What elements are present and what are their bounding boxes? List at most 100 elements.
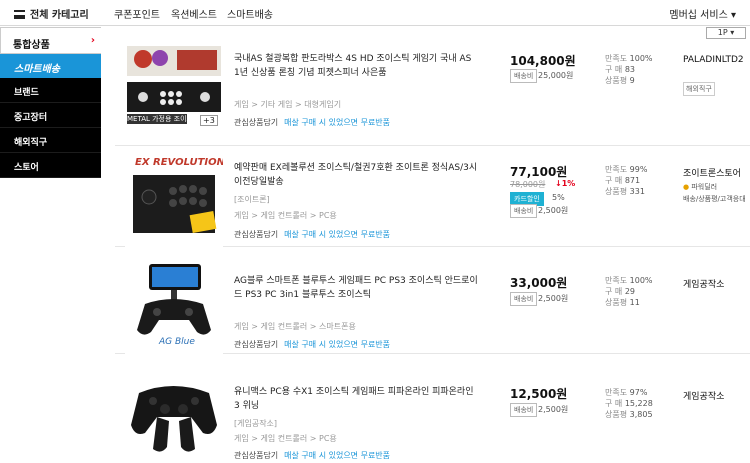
category-breadcrumb[interactable]: 게임 > 게임 컨트롤러 > PC용 xyxy=(234,433,337,444)
offer-link[interactable]: 매살 구매 시 있었으면 무료반품 xyxy=(284,451,390,460)
category-breadcrumb[interactable]: 게임 > 게임 컨트롤러 > 스마트폰용 xyxy=(234,321,356,332)
satisfaction: 100% xyxy=(629,276,653,285)
product-title[interactable]: 유니맥스 PC용 수X1 조이스틱 게임패드 피파온라인 피파온라인3 위닝 xyxy=(234,385,479,413)
stat-label: 만족도 xyxy=(605,165,628,174)
sidebar-item-used[interactable]: 중고장터 xyxy=(0,103,101,128)
product-price: 77,100원 xyxy=(510,165,568,179)
product-actions: 관심상품담기 매살 구매 시 있었으면 무료반품 xyxy=(234,229,390,240)
original-price: 78,000원 xyxy=(510,180,546,189)
product-price: 33,000원 xyxy=(510,276,568,290)
category-breadcrumb[interactable]: 게임 > 기타 게임 > 대형게임기 xyxy=(234,99,341,110)
stat-label: 구 매 xyxy=(605,399,623,408)
stat-label: 상품평 xyxy=(605,410,628,419)
stat-label: 구 매 xyxy=(605,65,623,74)
product-row: 유니맥스 PC용 수X1 조이스틱 게임패드 피파온라인 피파온라인3 위닝 [… xyxy=(115,355,750,463)
product-thumbnail[interactable]: EX REVOLUTION xyxy=(125,151,226,251)
category-menu[interactable]: 전체 카테고리 xyxy=(14,6,89,21)
chevron-right-icon: › xyxy=(90,35,95,46)
seller-rating-note: 배송/상품평/고객응대 xyxy=(683,195,746,203)
shipping-fee: 2,500원 xyxy=(538,294,569,303)
product-actions: 관심상품담기 매살 구매 시 있었으면 무료반품 xyxy=(234,450,390,461)
product-title[interactable]: AG블루 스마트폰 블루투스 게임패드 PC PS3 조이스틱 안드로이드 PS… xyxy=(234,274,479,302)
medal-icon: ● xyxy=(683,183,690,191)
membership-menu[interactable]: 멤버십 서비스 ▾ xyxy=(669,6,736,21)
product-title[interactable]: 예약판매 EX레볼루션 조이스틱/철권7호환 조이트론 정식AS/3시이전당일발… xyxy=(234,161,479,189)
seller-tag: 해외직구 xyxy=(683,82,715,96)
sidebar-header[interactable]: 통합상품 › xyxy=(0,27,101,54)
product-actions: 관심상품담기 매살 구매 시 있었으면 무료반품 xyxy=(234,117,390,128)
nav-best[interactable]: 옥션베스트 xyxy=(171,6,217,21)
product-row: EX REVOLUTION 예약판매 EX레볼루션 조이스틱/철권7호환 조이트… xyxy=(115,147,750,251)
review-count: 9 xyxy=(629,76,635,85)
purchase-count: 29 xyxy=(624,287,635,296)
offer-link[interactable]: 매살 구매 시 있었으면 무료반품 xyxy=(284,230,390,239)
sidebar: 통합상품 › 스마트배송 브랜드 중고장터 해외직구 스토어 xyxy=(0,27,101,187)
category-breadcrumb[interactable]: 게임 > 게임 컨트롤러 > PC용 xyxy=(234,210,337,221)
product-thumbnail[interactable]: AG Blue xyxy=(125,254,223,354)
gamepad-image xyxy=(131,386,217,452)
power-dealer-label: 파워딜러 xyxy=(691,183,718,191)
stat-label: 구 매 xyxy=(605,287,623,296)
nav-coupon[interactable]: 쿠폰포인트 xyxy=(114,6,160,21)
stat-label: 상품평 xyxy=(605,298,628,307)
seller-name[interactable]: 조이트론스토어 xyxy=(683,166,741,179)
stat-label: 상품평 xyxy=(605,76,628,85)
chevron-down-icon: ▾ xyxy=(730,28,735,37)
shipping-tag: 배송비 xyxy=(510,292,538,306)
product-stats: 만족도 100% 구 매 29 상품평 11 xyxy=(605,275,653,308)
svg-text:EX REVOLUTION: EX REVOLUTION xyxy=(135,157,223,168)
offer-link[interactable]: 매살 구매 시 있었으면 무료반품 xyxy=(284,340,390,349)
sidebar-item-smart[interactable]: 스마트배송 xyxy=(0,54,101,78)
product-price: 104,800원 xyxy=(510,54,576,68)
thumb-caption: METAL 가정용 조이스틱 xyxy=(127,115,193,133)
svg-text:AG Blue: AG Blue xyxy=(158,337,195,347)
stat-label: 만족도 xyxy=(605,388,628,397)
product-stats: 만족도 97% 구 매 15,228 상품평 3,805 xyxy=(605,387,653,420)
discount-rate: ↓1% xyxy=(555,179,576,188)
satisfaction: 97% xyxy=(629,388,648,397)
membership-label: 멤버십 서비스 xyxy=(669,10,728,21)
joystick-image: EX REVOLUTION xyxy=(133,157,226,233)
purchase-count: 83 xyxy=(624,65,635,74)
nav-smart[interactable]: 스마트배송 xyxy=(227,6,273,21)
product-row: METAL 가정용 조이스틱 +3 국내AS 철광복합 판도라박스 4S HD … xyxy=(115,40,750,146)
stat-label: 상품평 xyxy=(605,187,628,196)
product-title[interactable]: 국내AS 철광복합 판도라박스 4S HD 조이스틱 게임기 국내 AS 1년 … xyxy=(234,52,479,80)
gamepad-image: AG Blue xyxy=(137,264,211,347)
stat-label: 구 매 xyxy=(605,176,623,185)
product-row: AG Blue AG블루 스마트폰 블루투스 게임패드 PC PS3 조이스틱 … xyxy=(115,248,750,354)
sidebar-item-brand[interactable]: 브랜드 xyxy=(0,78,101,103)
product-thumbnail[interactable] xyxy=(125,363,223,463)
sort-select[interactable]: 1P ▾ xyxy=(706,27,746,39)
satisfaction: 99% xyxy=(629,165,648,174)
product-stats: 만족도 99% 구 매 871 상품평 331 xyxy=(605,164,647,197)
review-count: 331 xyxy=(629,187,645,196)
card-discount-value: 5% xyxy=(552,193,565,202)
product-stats: 만족도 100% 구 매 83 상품평 9 xyxy=(605,53,653,86)
seller-name[interactable]: PALADINLTD2 xyxy=(683,55,744,65)
power-dealer-badge: ● 파워딜러 xyxy=(683,182,717,192)
product-thumbnail[interactable]: METAL 가정용 조이스틱 +3 xyxy=(125,44,223,144)
wish-button[interactable]: 관심상품담기 xyxy=(234,230,278,239)
seller-name[interactable]: 게임공작소 xyxy=(683,277,724,290)
shipping-tag: 배송비 xyxy=(510,69,538,83)
shipping-fee: 25,000원 xyxy=(538,71,574,80)
seller-name[interactable]: 게임공작소 xyxy=(683,389,724,402)
purchase-count: 871 xyxy=(624,176,641,185)
shipping-fee: 2,500원 xyxy=(538,206,569,215)
shipping-tag: 배송비 xyxy=(510,403,538,417)
wish-button[interactable]: 관심상품담기 xyxy=(234,451,278,460)
sidebar-item-store[interactable]: 스토어 xyxy=(0,153,101,178)
stat-label: 만족도 xyxy=(605,54,628,63)
shipping-tag: 배송비 xyxy=(510,204,538,218)
product-actions: 관심상품담기 매살 구매 시 있었으면 무료반품 xyxy=(234,339,390,350)
offer-link[interactable]: 매살 구매 시 있었으면 무료반품 xyxy=(284,118,390,127)
more-images-badge[interactable]: +3 xyxy=(200,115,218,126)
sidebar-item-overseas[interactable]: 해외직구 xyxy=(0,128,101,153)
satisfaction: 100% xyxy=(629,54,653,63)
chevron-down-icon: ▾ xyxy=(730,10,736,21)
review-count: 11 xyxy=(629,298,640,307)
wish-button[interactable]: 관심상품담기 xyxy=(234,118,278,127)
category-label: 전체 카테고리 xyxy=(30,10,89,21)
wish-button[interactable]: 관심상품담기 xyxy=(234,340,278,349)
